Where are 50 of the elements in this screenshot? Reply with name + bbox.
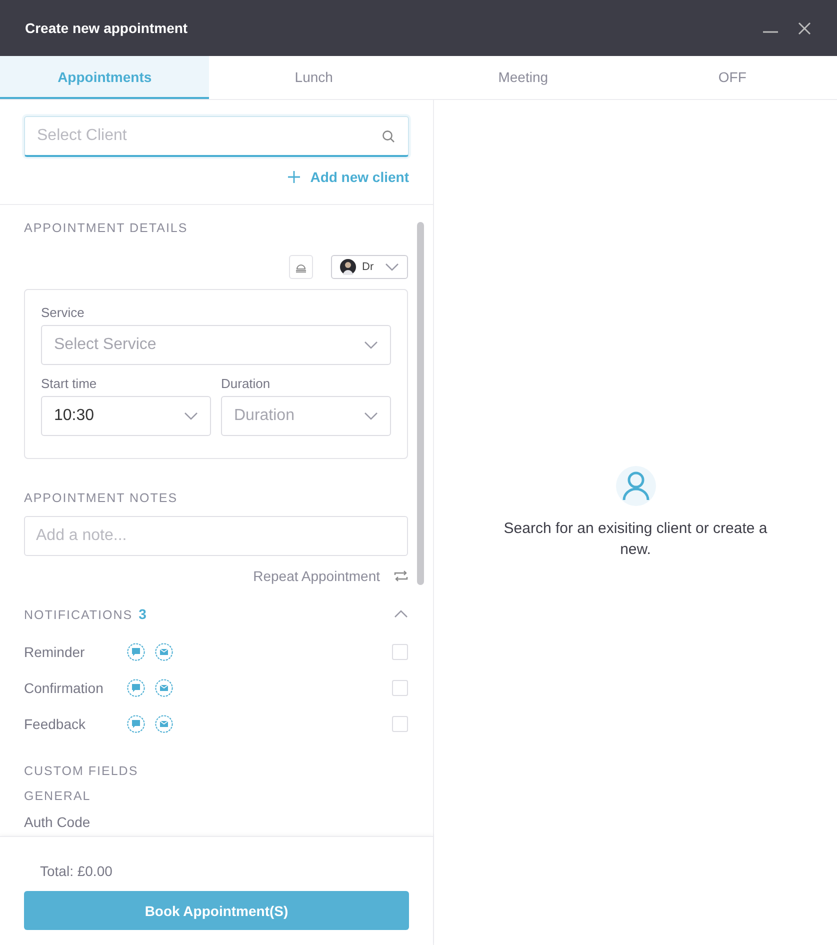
repeat-appointment-button[interactable]: Repeat Appointment xyxy=(253,568,408,584)
close-icon[interactable] xyxy=(798,22,811,34)
tab[interactable]: Appointments xyxy=(0,56,210,99)
email-icon xyxy=(155,715,173,733)
field-label: Service xyxy=(41,305,86,320)
avatar-icon xyxy=(340,259,356,275)
chevron-down-icon xyxy=(184,412,198,420)
search-icon xyxy=(382,130,395,143)
field-label: Start time xyxy=(41,376,98,391)
notification-checkbox[interactable] xyxy=(392,716,408,732)
scrollbar-thumb[interactable] xyxy=(417,222,424,585)
chevron-down-icon xyxy=(364,412,378,420)
collapse-button[interactable] xyxy=(394,610,408,618)
notification-checkbox[interactable] xyxy=(392,644,408,660)
bell-icon xyxy=(295,262,307,272)
staff-dropdown[interactable]: Dr xyxy=(331,255,408,279)
notification-count: 3 xyxy=(138,606,146,622)
bell-button[interactable] xyxy=(289,255,313,279)
duration-select[interactable]: Duration xyxy=(221,396,391,436)
plus-icon xyxy=(288,171,300,183)
notification-label: Confirmation xyxy=(24,680,104,696)
add-client-link[interactable]: Add new client xyxy=(288,169,409,185)
sms-icon xyxy=(127,679,145,697)
email-icon xyxy=(155,679,173,697)
chevron-down-icon xyxy=(364,341,378,349)
section-heading: APPOINTMENT DETAILS xyxy=(24,221,189,235)
sms-icon xyxy=(127,643,145,661)
notification-checkbox[interactable] xyxy=(392,680,408,696)
email-icon xyxy=(155,643,173,661)
notification-label: Feedback xyxy=(24,716,86,732)
section-heading: APPOINTMENT NOTES xyxy=(24,491,179,505)
sms-icon xyxy=(127,715,145,733)
client-search-field[interactable]: Select Client xyxy=(24,116,409,157)
collapse-chevron-icon xyxy=(394,610,408,618)
book-appointment-button[interactable]: Book Appointment(S) xyxy=(24,891,409,930)
section-heading: CUSTOM FIELDS xyxy=(24,764,140,778)
field-label: Auth Code xyxy=(24,814,92,830)
window-title: Create new appointment xyxy=(25,20,188,36)
chevron-down-icon xyxy=(385,263,399,271)
group-heading: GENERAL xyxy=(24,789,92,803)
empty-state-message: Search for an exisiting client or create a new. xyxy=(502,518,768,560)
total-amount: Total: £0.00 xyxy=(39,863,114,879)
notification-label: Reminder xyxy=(24,644,86,660)
section-heading: NOTIFICATIONS xyxy=(24,608,133,622)
service-select[interactable]: Select Service xyxy=(41,325,391,365)
note-field[interactable]: Add a note... xyxy=(24,516,408,556)
repeat-icon xyxy=(394,570,408,582)
field-label: Duration xyxy=(221,376,272,391)
user-icon xyxy=(616,466,656,506)
start-time-select[interactable]: 10:30 xyxy=(41,396,211,436)
